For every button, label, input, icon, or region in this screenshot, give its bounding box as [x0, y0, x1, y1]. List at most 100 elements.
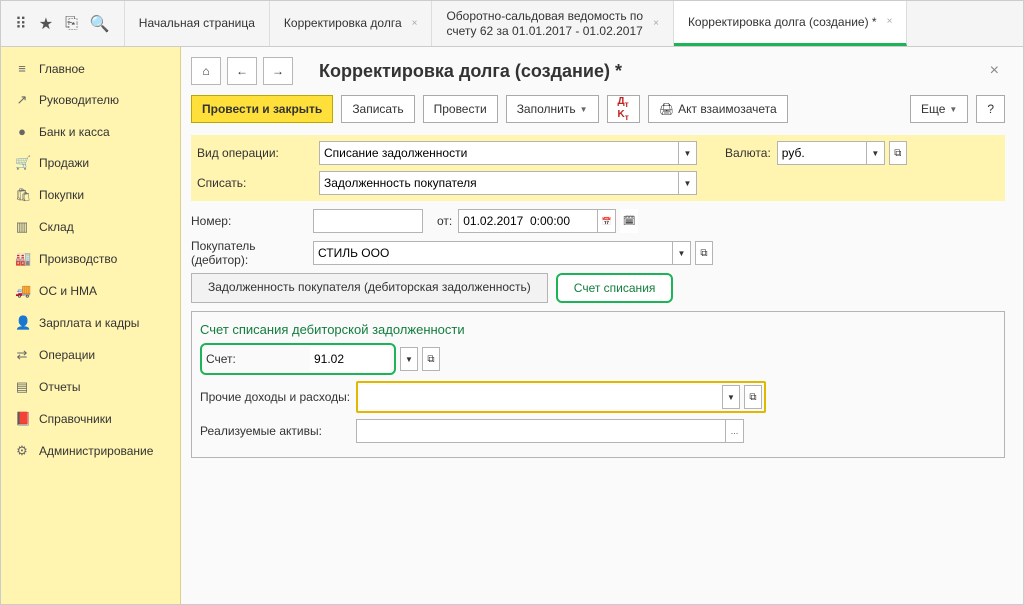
currency-dropdown[interactable]: ▼ [867, 141, 885, 165]
tab-debt[interactable]: Задолженность покупателя (дебиторская за… [191, 273, 548, 303]
sidebar-item[interactable]: 🏭 Производство [1, 243, 180, 275]
post-and-close-button[interactable]: Провести и закрыть [191, 95, 333, 123]
number-input[interactable] [313, 209, 423, 233]
sidebar-label: Главное [39, 62, 85, 76]
printer-icon: 🖨 [659, 102, 674, 116]
sidebar-icon: 🛒 [15, 155, 29, 171]
op-type-dropdown[interactable]: ▼ [679, 141, 697, 165]
sidebar-item[interactable]: ↗Руководителю [1, 84, 180, 116]
buyer-dropdown[interactable]: ▼ [673, 241, 691, 265]
tab[interactable]: Оборотно-сальдовая ведомость по счету 62… [432, 1, 673, 46]
sidebar-icon: ≡ [15, 61, 29, 76]
close-icon[interactable]: × [984, 62, 1005, 80]
other-open[interactable]: ⧉ [744, 385, 762, 409]
close-tab-icon[interactable]: × [887, 16, 893, 28]
assets-label: Реализуемые активы: [200, 424, 356, 438]
sidebar-icon: ● [15, 124, 29, 139]
sidebar-icon: 📕 [15, 411, 29, 427]
sidebar-icon: 🏭 [15, 251, 29, 267]
act-button[interactable]: 🖨Акт взаимозачета [648, 95, 788, 123]
sidebar-label: Администрирование [39, 444, 153, 458]
account-open[interactable]: ⧉ [422, 347, 440, 371]
sidebar-icon: ▤ [15, 379, 29, 395]
assets-open[interactable]: … [726, 419, 744, 443]
sidebar-label: Производство [39, 252, 117, 266]
date-input[interactable] [458, 209, 598, 233]
section-title: Счет списания дебиторской задолженности [200, 322, 996, 337]
account-input[interactable] [310, 347, 390, 371]
sidebar-label: Склад [39, 220, 74, 234]
buyer-open[interactable]: ⧉ [695, 241, 713, 265]
sidebar-item[interactable]: ▥ Склад [1, 211, 180, 243]
title-row: ⌂ ← → Корректировка долга (создание) * × [191, 57, 1005, 85]
fill-button[interactable]: Заполнить▼ [506, 95, 599, 123]
sidebar-label: Продажи [39, 156, 89, 170]
operation-band: Вид операции: ▼ Валюта: ▼ ⧉ [191, 135, 1005, 201]
currency-input[interactable] [777, 141, 867, 165]
tab-writeoff-account[interactable]: Счет списания [556, 273, 674, 303]
star-icon[interactable]: ★ [39, 14, 53, 34]
toolbar: Провести и закрыть Записать Провести Зап… [191, 95, 1005, 123]
page-title: Корректировка долга (создание) * [319, 61, 984, 82]
account-label: Счет: [206, 352, 310, 366]
sidebar-label: Зарплата и кадры [39, 316, 139, 330]
sidebar-item[interactable]: ⚙ Администрирование [1, 435, 180, 467]
from-label: от: [437, 214, 452, 228]
sidebar-label: Банк и касса [39, 125, 110, 139]
currency-open[interactable]: ⧉ [889, 141, 907, 165]
calendar-icon[interactable]: 🗓 [620, 209, 638, 233]
apps-icon[interactable]: ⠿ [15, 14, 27, 34]
sidebar-icon: 👤 [15, 315, 29, 331]
write-dropdown[interactable]: ▼ [679, 171, 697, 195]
top-icons: ⠿ ★ ⎘ 🔍 [1, 1, 125, 46]
tab[interactable]: Корректировка долга (создание) *× [674, 1, 907, 46]
sidebar-item[interactable]: ▤ Отчеты [1, 371, 180, 403]
sidebar-item[interactable]: 🚚 ОС и НМА [1, 275, 180, 307]
sidebar-label: Операции [39, 348, 95, 362]
dt-kt-button[interactable]: ДтKт [607, 95, 640, 123]
buyer-input[interactable] [313, 241, 673, 265]
op-type-input[interactable] [319, 141, 679, 165]
sidebar-icon: 🚚 [15, 283, 29, 299]
forward-button[interactable]: → [263, 57, 293, 85]
op-type-label: Вид операции: [197, 146, 319, 160]
assets-input[interactable] [356, 419, 726, 443]
sidebar-label: ОС и НМА [39, 284, 97, 298]
writeoff-section: Счет списания дебиторской задолженности … [191, 311, 1005, 458]
main: ⌂ ← → Корректировка долга (создание) * ×… [181, 47, 1023, 604]
sidebar-item[interactable]: 🛍Покупки [1, 179, 180, 211]
sidebar-item[interactable]: 👤 Зарплата и кадры [1, 307, 180, 339]
back-button[interactable]: ← [227, 57, 257, 85]
date-picker-button[interactable]: 📅 [598, 209, 616, 233]
help-button[interactable]: ? [976, 95, 1005, 123]
sidebar-icon: ⇄ [15, 347, 29, 363]
other-input[interactable] [360, 385, 722, 409]
tab[interactable]: Корректировка долга× [270, 1, 433, 46]
sidebar-icon: ⚙ [15, 443, 29, 459]
tab[interactable]: Начальная страница [125, 1, 270, 46]
post-button[interactable]: Провести [423, 95, 498, 123]
buyer-label: Покупатель (дебитор): [191, 239, 313, 267]
sidebar-label: Руководителю [39, 93, 119, 107]
sidebar-item[interactable]: 📕 Справочники [1, 403, 180, 435]
topbar: ⠿ ★ ⎘ 🔍 Начальная страницаКорректировка … [1, 1, 1023, 47]
sidebar-icon: 🛍 [15, 187, 29, 203]
other-dropdown[interactable]: ▼ [722, 385, 740, 409]
write-input[interactable] [319, 171, 679, 195]
sidebar-item[interactable]: ● Банк и касса [1, 116, 180, 147]
sidebar-item[interactable]: 🛒 Продажи [1, 147, 180, 179]
search-icon[interactable]: 🔍 [90, 14, 110, 34]
files-icon[interactable]: ⎘ [65, 15, 78, 33]
close-tab-icon[interactable]: × [412, 18, 418, 30]
sidebar-icon: ▥ [15, 219, 29, 235]
sidebar-label: Отчеты [39, 380, 80, 394]
more-button[interactable]: Еще▼ [910, 95, 968, 123]
close-tab-icon[interactable]: × [653, 18, 659, 30]
save-button[interactable]: Записать [341, 95, 414, 123]
currency-label: Валюта: [725, 146, 771, 160]
home-button[interactable]: ⌂ [191, 57, 221, 85]
sidebar-label: Справочники [39, 412, 112, 426]
sidebar-item[interactable]: ⇄ Операции [1, 339, 180, 371]
account-dropdown[interactable]: ▼ [400, 347, 418, 371]
sidebar-item[interactable]: ≡ Главное [1, 53, 180, 84]
